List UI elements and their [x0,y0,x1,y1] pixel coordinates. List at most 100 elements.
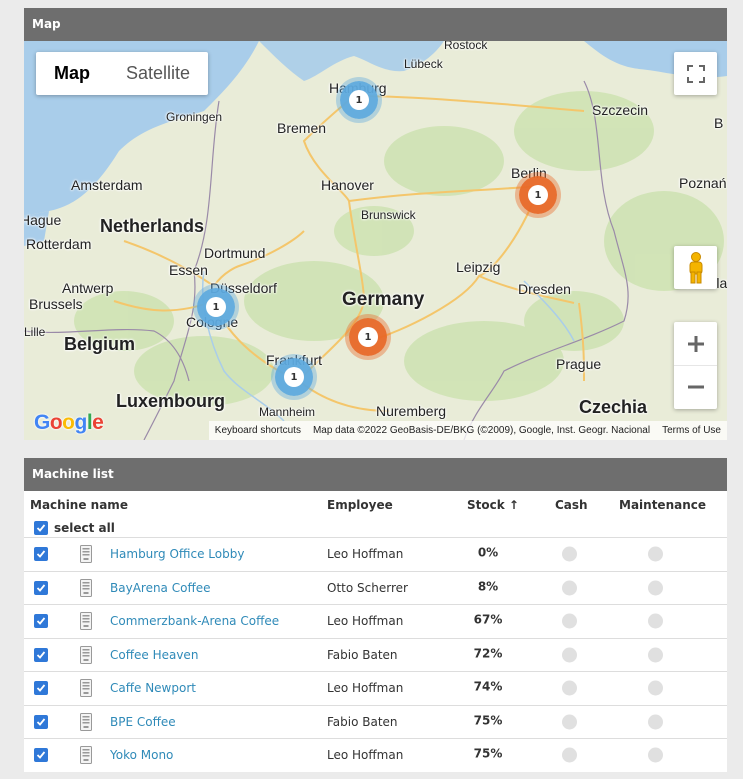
employee-name: Leo Hoffman [327,614,404,629]
maintenance-status-dot [648,580,663,596]
machine-name-link[interactable]: Yoko Mono [110,748,173,762]
table-row[interactable]: BPE Coffee Fabio Baten 75% [24,704,727,739]
city-label: Czechia [579,397,648,417]
employee-name: Leo Hoffman [327,547,404,562]
stock-indicator: 75% [452,747,524,764]
col-cash[interactable]: Cash [555,498,588,512]
vending-machine-icon [80,612,92,631]
col-employee[interactable]: Employee [327,498,393,512]
checkmark-icon [36,617,46,626]
maintenance-status-dot [648,680,663,696]
city-label: Netherlands [100,216,205,236]
row-checkbox[interactable] [34,547,48,562]
map-cluster-marker[interactable]: 1 [197,288,235,326]
machine-name-link[interactable]: Commerzbank-Arena Coffee [110,614,279,628]
stock-indicator: 72% [452,646,524,663]
city-label: Lille [24,325,46,339]
zoom-out-button[interactable] [674,366,717,409]
row-checkbox[interactable] [34,681,48,696]
employee-name: Leo Hoffman [327,681,404,696]
terms-of-use-link[interactable]: Terms of Use [662,425,721,436]
cash-status-dot [562,647,577,663]
row-checkbox[interactable] [34,580,48,595]
checkmark-icon [36,550,46,559]
stock-value: 8% [477,579,499,594]
table-row[interactable]: Caffe Newport Leo Hoffman 74% [24,671,727,705]
map-panel: Map Rostock Lübeck Szczecin Groningen Br… [24,8,727,440]
vending-machine-icon [80,645,92,664]
machine-name-link[interactable]: BPE Coffee [110,715,176,729]
checkmark-icon [36,718,46,726]
stock-indicator: 75% [452,713,524,730]
table-row[interactable]: BayArena Coffee Otto Scherrer 8% [24,570,727,605]
stock-value: 75% [473,713,503,728]
city-label: Groningen [166,110,223,124]
vending-machine-icon [80,679,92,698]
map-panel-header: Map [24,8,727,41]
city-label: Essen [169,262,208,278]
col-stock[interactable]: Stock ↑ [467,498,519,512]
city-label: Hanover [321,177,374,193]
map-attribution: Keyboard shortcuts Map data ©2022 GeoBas… [208,421,727,440]
machine-name-link[interactable]: Hamburg Office Lobby [110,547,244,561]
zoom-control [674,322,717,409]
table-row[interactable]: Coffee Heaven Fabio Baten 72% [24,637,727,672]
machine-list-header: Machine list [24,458,727,491]
select-all[interactable]: select all [24,519,727,537]
map-type-control: Map Satellite [36,52,209,95]
city-label: Hague [24,212,62,228]
row-checkbox[interactable] [34,614,48,629]
map-cluster-marker[interactable]: 1 [340,81,378,119]
vending-machine-icon [80,712,92,731]
map-type-map-button[interactable]: Map [36,52,108,95]
map-canvas[interactable]: Rostock Lübeck Hamburg Szczecin Groninge… [24,41,727,440]
machine-name-link[interactable]: Caffe Newport [110,681,196,695]
table-row[interactable]: Commerzbank-Arena Coffee Leo Hoffman 67% [24,604,727,638]
cash-status-dot [562,546,577,562]
stock-indicator: 74% [452,680,524,697]
row-checkbox[interactable] [34,714,48,729]
map-type-satellite-button[interactable]: Satellite [108,52,208,95]
zoom-in-button[interactable] [674,323,717,366]
table-row[interactable]: Yoko Mono Leo Hoffman 75% [24,738,727,772]
col-maintenance[interactable]: Maintenance [619,498,706,512]
city-label: Belgium [64,334,136,354]
employee-name: Leo Hoffman [327,748,404,763]
map-cluster-marker[interactable]: 1 [349,318,387,356]
cash-status-dot [562,714,577,730]
maintenance-status-dot [648,714,663,730]
plus-icon [687,335,704,352]
machine-name-link[interactable]: BayArena Coffee [110,581,210,595]
stock-indicator: 8% [452,579,524,596]
city-label: Lübeck [404,57,443,71]
select-all-checkbox[interactable] [34,521,48,535]
map-cluster-marker[interactable]: 1 [275,358,313,396]
row-checkbox[interactable] [34,647,48,662]
checkmark-icon [36,524,46,532]
map-cluster-marker[interactable]: 1 [519,176,557,214]
row-checkbox[interactable] [34,748,48,763]
table-row[interactable]: Hamburg Office Lobby Leo Hoffman 0% [24,537,727,571]
fullscreen-button[interactable] [674,52,717,95]
city-label: Dresden [518,281,571,297]
city-label: Antwerp [62,280,114,296]
keyboard-shortcuts-link[interactable]: Keyboard shortcuts [215,425,301,436]
machine-name-link[interactable]: Coffee Heaven [110,648,198,662]
city-label: Nuremberg [376,403,447,419]
google-logo[interactable]: Google [34,411,104,435]
city-label: Rostock [444,41,488,52]
checkmark-icon [36,751,46,760]
checkmark-icon [36,684,46,693]
maintenance-status-dot [648,647,663,663]
city-label: Leipzig [456,259,501,275]
cash-status-dot [562,747,577,763]
pegman-icon [689,251,702,283]
city-label: Bremen [277,120,327,136]
minus-icon [687,385,704,389]
checkmark-icon [36,584,46,592]
checkmark-icon [36,651,46,659]
street-view-pegman-button[interactable] [674,246,717,289]
vending-machine-icon [80,746,92,765]
col-machine-name[interactable]: Machine name [30,498,128,512]
vending-machine-icon [80,578,92,597]
